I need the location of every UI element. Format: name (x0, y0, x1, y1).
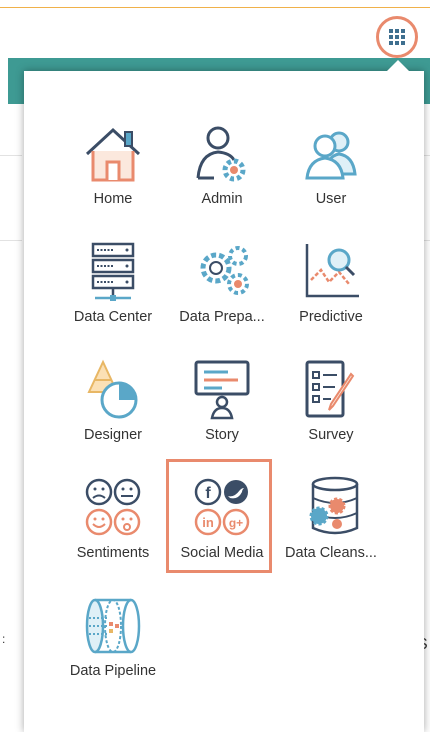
story-icon (194, 360, 250, 420)
menu-item-label: Designer (83, 427, 143, 443)
data-cleansing-icon (309, 476, 359, 535)
menu-item-label: User (315, 191, 347, 207)
menu-item-label: Story (205, 427, 239, 443)
background-divider (0, 240, 22, 241)
menu-item-sentiments[interactable]: Sentiments (57, 474, 169, 584)
grid-icon (389, 29, 405, 45)
user-icon (305, 131, 357, 180)
menu-item-home[interactable]: Home (57, 120, 169, 230)
predictive-icon (305, 244, 359, 298)
menu-item-label: Predictive (299, 309, 363, 325)
admin-icon (196, 126, 246, 182)
data-center-icon (91, 242, 135, 301)
menu-item-survey[interactable]: Survey (275, 356, 387, 466)
menu-item-label: Survey (308, 427, 354, 443)
menu-item-label: Admin (201, 191, 243, 207)
data-preparation-icon (200, 246, 249, 295)
menu-item-story[interactable]: Story (166, 356, 278, 466)
menu-item-data-pipeline[interactable]: Data Pipeline (57, 592, 169, 702)
data-pipeline-icon (85, 598, 141, 654)
menu-item-data-center[interactable]: Data Center (57, 238, 169, 348)
menu-item-user[interactable]: User (275, 120, 387, 230)
menu-item-label: Data Center (73, 309, 153, 325)
menu-item-label: Data Cleans... (285, 545, 377, 561)
menu-item-label: Data Pipeline (69, 663, 157, 679)
sentiments-icon (85, 478, 141, 536)
dropdown-caret (387, 60, 409, 71)
background-text-fragment: : (2, 632, 6, 646)
survey-icon (305, 360, 355, 418)
menu-item-data-preparation[interactable]: Data Prepa... (166, 238, 278, 348)
menu-item-label: Sentiments (76, 545, 150, 561)
menu-item-label: Home (93, 191, 133, 207)
designer-icon (87, 359, 138, 419)
menu-item-label: Data Prepa... (179, 309, 265, 325)
background-divider (0, 155, 22, 156)
menu-item-designer[interactable]: Designer (57, 356, 169, 466)
app-menu-dropdown: Home Admin User Data Center Data Prepa..… (24, 71, 424, 732)
app-launcher-button[interactable] (376, 16, 418, 58)
menu-item-predictive[interactable]: Predictive (275, 238, 387, 348)
top-divider (0, 7, 430, 8)
highlight-frame (166, 459, 272, 573)
menu-item-data-cleansing[interactable]: Data Cleans... (275, 474, 387, 584)
menu-item-admin[interactable]: Admin (166, 120, 278, 230)
home-icon (85, 127, 141, 182)
